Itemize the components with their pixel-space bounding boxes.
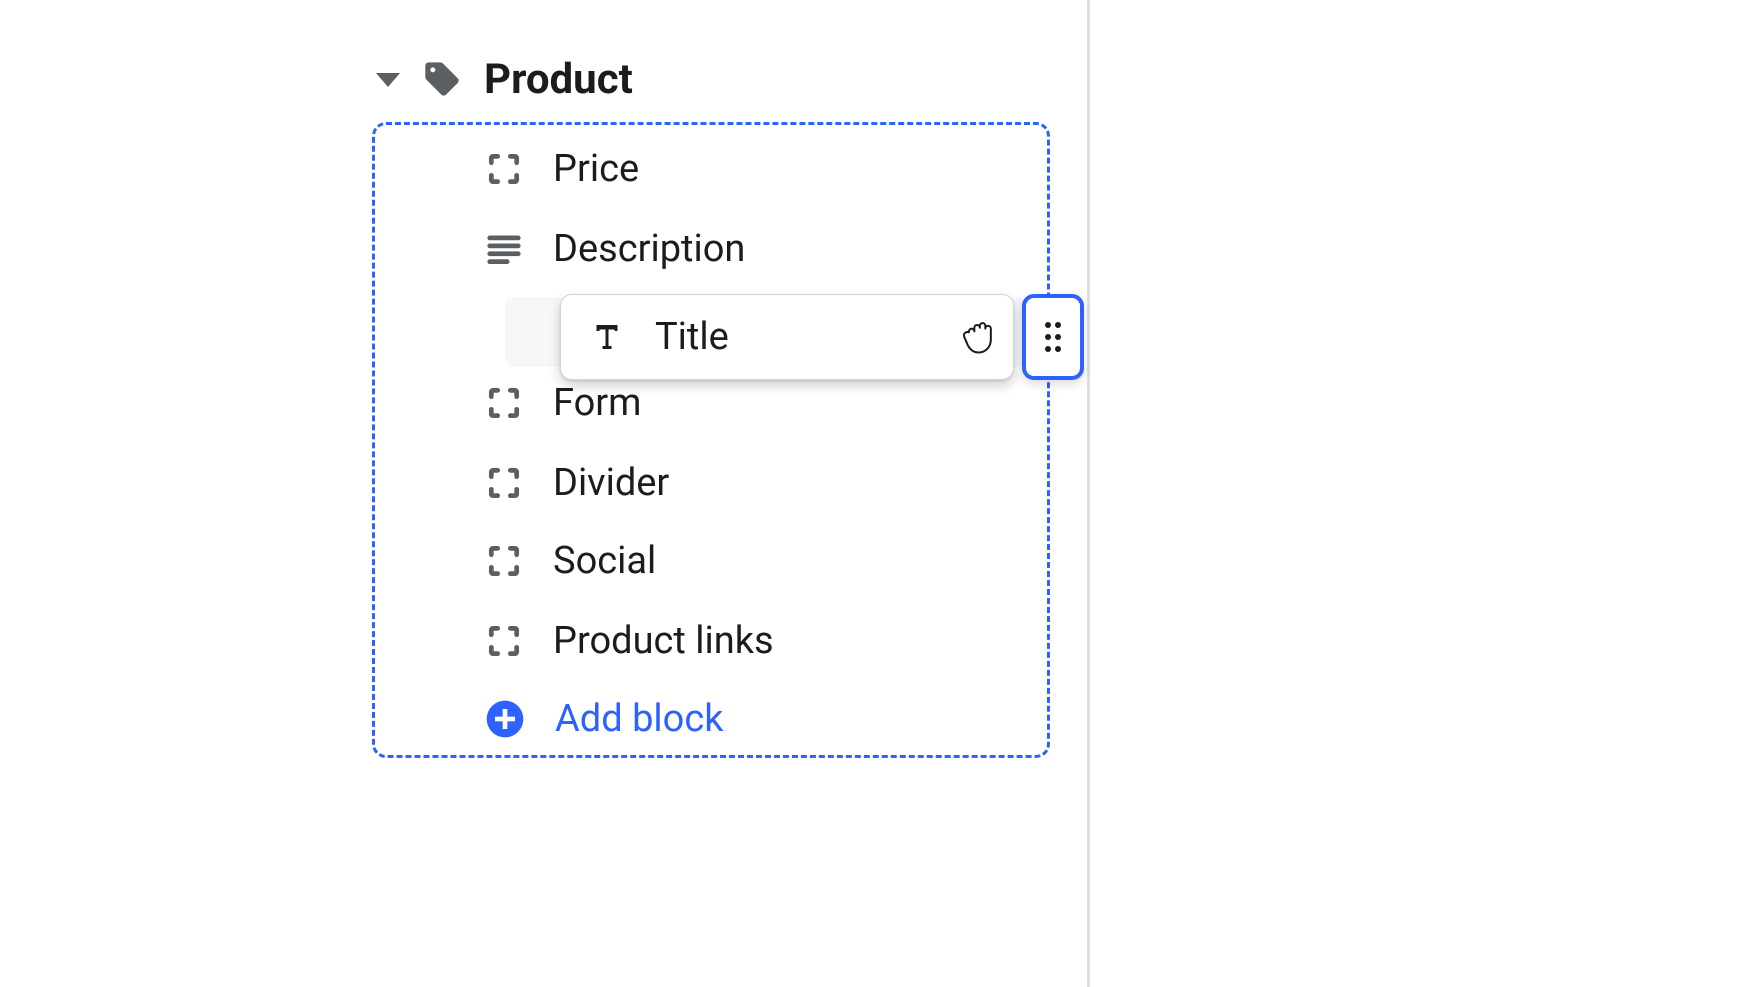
block-item-price[interactable]: Price (485, 147, 639, 191)
tag-icon (422, 59, 462, 99)
block-label: Divider (553, 461, 669, 505)
block-label: Price (553, 147, 639, 191)
section-title: Product (484, 55, 633, 104)
capture-icon (485, 150, 523, 188)
chevron-down-icon[interactable] (376, 73, 400, 87)
block-item-description[interactable]: Description (485, 227, 745, 271)
block-item-social[interactable]: Social (485, 539, 656, 583)
block-label: Description (553, 227, 745, 271)
add-block-label: Add block (555, 697, 723, 741)
block-label: Product links (553, 619, 774, 663)
add-block-button[interactable]: Add block (485, 697, 723, 741)
drag-handle-button[interactable] (1022, 294, 1084, 380)
block-item-form[interactable]: Form (485, 381, 642, 425)
block-item-product-links[interactable]: Product links (485, 619, 774, 663)
plus-circle-icon (485, 699, 525, 739)
block-label: Social (553, 539, 656, 583)
capture-icon (485, 464, 523, 502)
block-list-dropzone[interactable]: Price Description Form Divider Social (372, 122, 1050, 758)
block-item-divider[interactable]: Divider (485, 461, 669, 505)
dragged-block-title[interactable]: Title (560, 294, 1014, 380)
capture-icon (485, 384, 523, 422)
capture-icon (485, 622, 523, 660)
editor-sidebar-panel: Product Price Description Form (0, 0, 1090, 987)
text-align-left-icon (485, 230, 523, 268)
dragged-block-label: Title (655, 315, 729, 359)
capture-icon (485, 542, 523, 580)
section-header-product[interactable]: Product (376, 46, 633, 112)
drag-handle-icon (1040, 319, 1066, 355)
block-label: Form (553, 381, 642, 425)
text-title-icon (589, 319, 625, 355)
